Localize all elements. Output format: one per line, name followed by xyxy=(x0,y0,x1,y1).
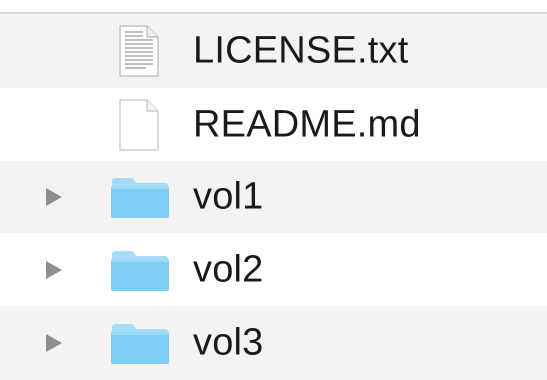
folder-row-vol2[interactable]: vol2 xyxy=(0,233,547,306)
file-row-readme[interactable]: README.md xyxy=(0,88,547,161)
folder-name: vol1 xyxy=(193,175,264,218)
text-document-icon xyxy=(119,25,159,77)
folder-name: vol3 xyxy=(193,321,264,364)
file-name: LICENSE.txt xyxy=(193,29,409,72)
folder-row-vol1[interactable]: vol1 xyxy=(0,161,547,233)
disclosure-triangle-icon[interactable] xyxy=(46,188,62,206)
folder-icon xyxy=(111,324,169,364)
blank-document-icon xyxy=(119,99,159,151)
disclosure-triangle-icon[interactable] xyxy=(46,260,62,279)
folder-name: vol2 xyxy=(193,248,264,290)
file-row-license[interactable]: LICENSE.txt xyxy=(0,14,547,88)
folder-icon xyxy=(111,178,169,218)
disclosure-triangle-icon[interactable] xyxy=(46,334,62,352)
folder-row-vol3[interactable]: vol3 xyxy=(0,306,547,380)
file-list: LICENSE.txt README.md vol1 vol2 vol3 xyxy=(0,14,547,380)
folder-icon xyxy=(111,250,169,291)
file-name: README.md xyxy=(193,103,421,145)
